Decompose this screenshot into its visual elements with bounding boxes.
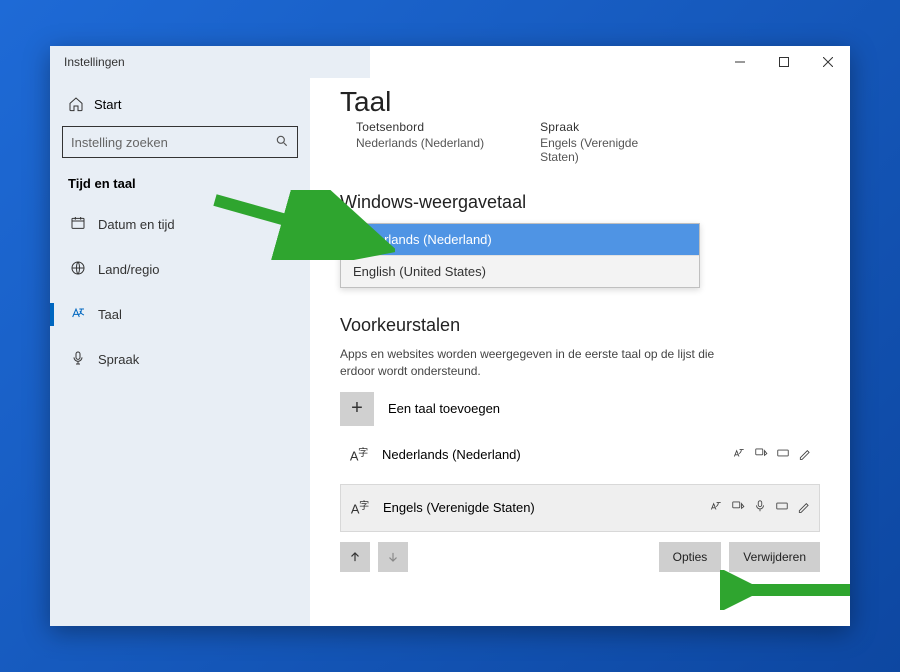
feature-keyboard-value: Nederlands (Nederland) bbox=[356, 136, 484, 150]
display-language-heading: Windows-weergavetaal bbox=[340, 192, 820, 213]
language-actions: Opties Verwijderen bbox=[340, 542, 820, 572]
microphone-icon bbox=[70, 350, 86, 369]
clock-icon bbox=[70, 215, 86, 234]
window-title: Instellingen bbox=[64, 55, 125, 69]
feature-summary: Toetsenbord Nederlands (Nederland) Spraa… bbox=[356, 120, 820, 164]
feature-keyboard-title: Toetsenbord bbox=[356, 120, 484, 134]
move-up-button[interactable] bbox=[340, 542, 370, 572]
language-glyph-icon: A字 bbox=[349, 497, 371, 519]
keyboard-icon bbox=[776, 446, 790, 463]
plus-icon: + bbox=[340, 392, 374, 426]
dropdown-option-en[interactable]: English (United States) bbox=[341, 255, 699, 287]
language-feature-icons bbox=[709, 499, 811, 516]
dropdown-option-nl[interactable]: Nederlands (Nederland) bbox=[341, 224, 699, 255]
remove-button[interactable]: Verwijderen bbox=[729, 542, 820, 572]
language-row-nl[interactable]: A字 Nederlands (Nederland) bbox=[340, 434, 820, 476]
sidebar-item-label: Taal bbox=[98, 307, 122, 322]
preferred-languages-heading: Voorkeurstalen bbox=[340, 315, 820, 336]
search-placeholder: Instelling zoeken bbox=[71, 135, 168, 150]
sidebar-item-region[interactable]: Land/regio bbox=[62, 250, 298, 289]
settings-window: Instellingen Start Instelling zoeken Tij… bbox=[50, 46, 850, 626]
home-icon bbox=[68, 96, 84, 112]
language-row-en[interactable]: A字 Engels (Verenigde Staten) bbox=[340, 484, 820, 532]
page-title: Taal bbox=[340, 86, 820, 118]
sidebar-home-label: Start bbox=[94, 97, 121, 112]
language-label: Engels (Verenigde Staten) bbox=[383, 500, 535, 515]
keyboard-icon bbox=[775, 499, 789, 516]
feature-speech-value: Engels (Verenigde Staten) bbox=[540, 136, 680, 164]
content-area: Taal Toetsenbord Nederlands (Nederland) … bbox=[310, 78, 850, 626]
search-input[interactable]: Instelling zoeken bbox=[62, 126, 298, 158]
titlebar: Instellingen bbox=[50, 46, 850, 78]
sidebar-item-label: Land/regio bbox=[98, 262, 159, 277]
globe-icon bbox=[70, 260, 86, 279]
preferred-languages-desc: Apps en websites worden weergegeven in d… bbox=[340, 346, 720, 380]
add-language-row[interactable]: + Een taal toevoegen bbox=[340, 392, 820, 426]
tts-icon bbox=[754, 446, 768, 463]
svg-text:字: 字 bbox=[358, 446, 368, 459]
sidebar-item-language[interactable]: Taal bbox=[62, 295, 298, 334]
translate-icon bbox=[732, 446, 746, 463]
options-button[interactable]: Opties bbox=[659, 542, 722, 572]
search-icon bbox=[275, 134, 289, 151]
language-icon bbox=[70, 305, 86, 324]
handwriting-icon bbox=[798, 446, 812, 463]
move-down-button[interactable] bbox=[378, 542, 408, 572]
close-button[interactable] bbox=[806, 46, 850, 78]
translate-icon bbox=[709, 499, 723, 516]
sidebar-item-speech[interactable]: Spraak bbox=[62, 340, 298, 379]
tts-icon bbox=[731, 499, 745, 516]
sidebar-section-label: Tijd en taal bbox=[62, 164, 298, 199]
dropdown-list: Nederlands (Nederland) English (United S… bbox=[340, 223, 700, 288]
language-feature-icons bbox=[732, 446, 812, 463]
maximize-button[interactable] bbox=[762, 46, 806, 78]
handwriting-icon bbox=[797, 499, 811, 516]
language-label: Nederlands (Nederland) bbox=[382, 447, 521, 462]
minimize-button[interactable] bbox=[718, 46, 762, 78]
sidebar-item-date-time[interactable]: Datum en tijd bbox=[62, 205, 298, 244]
add-language-label: Een taal toevoegen bbox=[388, 401, 500, 416]
sidebar-item-label: Spraak bbox=[98, 352, 139, 367]
sidebar: Start Instelling zoeken Tijd en taal Dat… bbox=[50, 78, 310, 626]
mic-icon bbox=[753, 499, 767, 516]
sidebar-home[interactable]: Start bbox=[62, 88, 298, 120]
feature-speech-title: Spraak bbox=[540, 120, 680, 134]
language-glyph-icon: A字 bbox=[348, 444, 370, 466]
svg-text:字: 字 bbox=[359, 499, 369, 512]
sidebar-item-label: Datum en tijd bbox=[98, 217, 175, 232]
